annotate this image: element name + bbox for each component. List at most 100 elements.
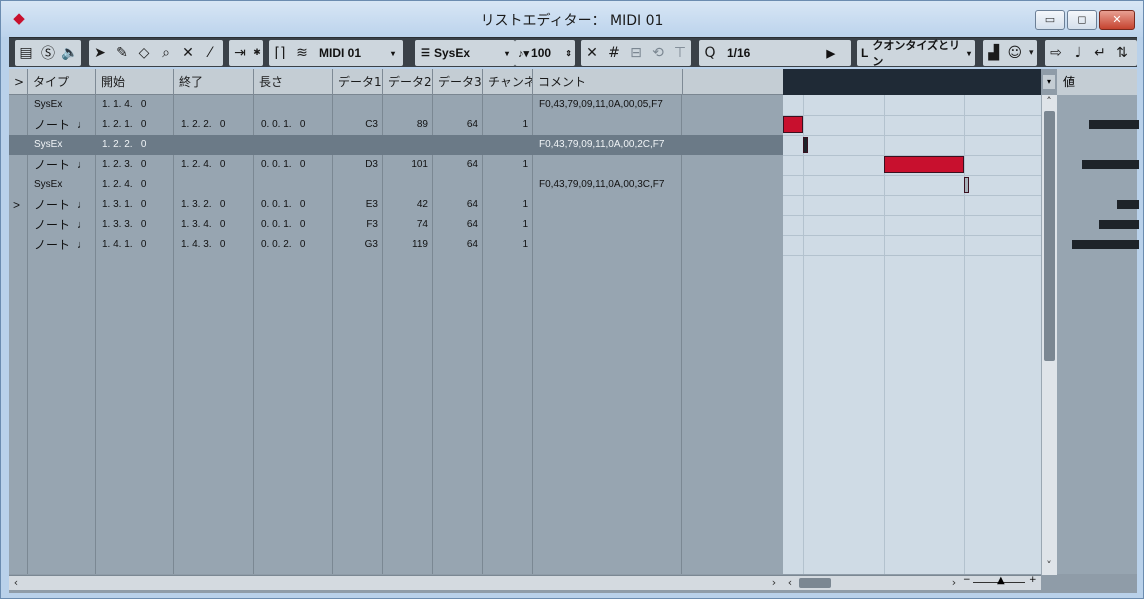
end-cell[interactable] [181, 95, 251, 115]
ch-cell[interactable]: 1 [483, 215, 528, 235]
d3-cell[interactable] [433, 175, 478, 195]
comment-cell[interactable]: F0,43,79,09,11,0A,00,3C,F7 [539, 175, 681, 195]
data3-column-header[interactable]: データ3 [433, 69, 483, 95]
start-cell[interactable]: 1. 2. 4. 0 [102, 175, 172, 195]
end-cell[interactable]: 1. 3. 4. 0 [181, 215, 251, 235]
solo-icon[interactable]: Ⓢ [37, 42, 59, 64]
data2-column-header[interactable]: データ2 [383, 69, 433, 95]
channel-column-header[interactable]: チャンネル [483, 69, 533, 95]
color-palette-icon[interactable]: ☺ [1004, 42, 1025, 64]
d2-cell[interactable] [383, 175, 428, 195]
comment-cell[interactable] [539, 235, 681, 255]
d3-cell[interactable] [433, 135, 478, 155]
close-button[interactable]: ✕ [1099, 10, 1135, 30]
d2-cell[interactable]: 42 [383, 195, 428, 215]
note-event-c3[interactable] [783, 116, 803, 133]
scroll-left-icon[interactable]: ‹ [9, 576, 23, 590]
d3-cell[interactable]: 64 [433, 195, 478, 215]
pointer-tool-icon[interactable]: ➤ [89, 42, 111, 64]
note-event-d3[interactable] [884, 156, 964, 173]
maximize-button[interactable]: ◻ [1067, 10, 1097, 30]
part-bounds-icon[interactable]: ⌈⌉ [269, 42, 291, 64]
length-cell[interactable] [261, 135, 331, 155]
eraser-tool-icon[interactable]: ◇ [133, 42, 155, 64]
value-bar[interactable] [1089, 120, 1139, 129]
zoom-thumb-icon[interactable]: ▲ [997, 575, 1005, 586]
start-cell[interactable]: 1. 2. 1. 0 [102, 115, 172, 135]
end-cell[interactable]: 1. 2. 2. 0 [181, 115, 251, 135]
ch-cell[interactable] [483, 135, 528, 155]
quantize-icon[interactable]: Q [699, 42, 721, 64]
d1-cell[interactable]: C3 [333, 115, 378, 135]
d3-cell[interactable]: 64 [433, 115, 478, 135]
end-cell[interactable] [181, 135, 251, 155]
grid-icon[interactable]: # [603, 42, 625, 64]
table-row[interactable]: ノート ♩ 1. 3. 3. 0 1. 3. 4. 0 0. 0. 1. 0 F3 74 64… [9, 215, 783, 235]
comment-cell[interactable] [539, 215, 681, 235]
d1-cell[interactable] [333, 135, 378, 155]
value-bar[interactable] [1082, 160, 1139, 169]
minimize-button[interactable]: ▭ [1035, 10, 1065, 30]
data1-column-header[interactable]: データ1 [333, 69, 383, 95]
length-cell[interactable] [261, 95, 331, 115]
table-row[interactable]: SysEx 1. 2. 2. 0 F0,43,79,09,11,0A,00,2C,F… [9, 135, 783, 155]
tuning-icon[interactable]: ⊤ [669, 42, 691, 64]
event-display[interactable] [783, 69, 1041, 574]
value-bar[interactable] [1099, 220, 1139, 229]
zoom-out-icon[interactable]: − [963, 575, 971, 585]
d2-cell[interactable] [383, 95, 428, 115]
table-row[interactable]: ノート ♩ 1. 2. 3. 0 1. 2. 4. 0 0. 0. 1. 0 D3 101 6… [9, 155, 783, 175]
length-cell[interactable]: 0. 0. 1. 0 [261, 215, 331, 235]
length-quantize-select[interactable]: L クオンタイズとリン ▾ [857, 40, 975, 68]
scroll-right-icon[interactable]: › [767, 576, 781, 590]
start-cell[interactable]: 1. 2. 3. 0 [102, 155, 172, 175]
scroll-thumb[interactable] [799, 578, 831, 588]
table-row[interactable]: SysEx 1. 1. 4. 0 F0,43,79,09,11,0A,00,05,F… [9, 95, 783, 115]
comment-cell[interactable] [539, 155, 681, 175]
d2-cell[interactable]: 119 [383, 235, 428, 255]
zoom-in-icon[interactable]: + [1029, 575, 1037, 585]
type-cell[interactable]: ノート [34, 235, 74, 255]
ruler-options-icon[interactable]: ▾ [1043, 75, 1055, 89]
table-row[interactable]: SysEx 1. 2. 4. 0 F0,43,79,09,11,0A,00,3C,F… [9, 175, 783, 195]
d1-cell[interactable] [333, 95, 378, 115]
pencil-tool-icon[interactable]: ✎ [111, 42, 133, 64]
ruler[interactable] [783, 69, 1041, 95]
step-input-icon[interactable]: ⇨ [1045, 42, 1067, 64]
d1-cell[interactable]: D3 [333, 155, 378, 175]
d1-cell[interactable]: F3 [333, 215, 378, 235]
acoustic-feedback-icon[interactable]: 🔈 [59, 42, 81, 64]
sysex-event[interactable] [803, 137, 808, 153]
type-cell[interactable]: ノート [34, 115, 74, 135]
type-cell[interactable]: SysEx [34, 95, 74, 115]
type-cell[interactable]: ノート [34, 195, 74, 215]
scroll-up-icon[interactable]: ˄ [1042, 95, 1056, 109]
ch-cell[interactable] [483, 175, 528, 195]
type-cell[interactable]: ノート [34, 215, 74, 235]
scroll-left-icon[interactable]: ‹ [783, 576, 797, 590]
auto-scroll-options-icon[interactable]: ✱ [251, 42, 263, 64]
value-bar[interactable] [1117, 200, 1139, 209]
table-row[interactable]: ノート ♩ 1. 2. 1. 0 1. 2. 2. 0 0. 0. 1. 0 C3 89 64… [9, 115, 783, 135]
scroll-thumb[interactable] [1044, 111, 1055, 361]
type-column-header[interactable]: タイプ [28, 69, 96, 95]
length-cell[interactable]: 0. 0. 2. 0 [261, 235, 331, 255]
grid-vertical-scrollbar[interactable]: ˄ ˅ [1041, 95, 1057, 575]
d3-cell[interactable] [433, 95, 478, 115]
zoom-slider[interactable]: − ▲ + [963, 575, 1037, 590]
d2-cell[interactable]: 89 [383, 115, 428, 135]
scroll-down-icon[interactable]: ˅ [1042, 559, 1056, 573]
sysex-event[interactable] [964, 177, 969, 193]
start-cell[interactable]: 1. 1. 4. 0 [102, 95, 172, 115]
d2-cell[interactable]: 101 [383, 155, 428, 175]
ch-cell[interactable]: 1 [483, 155, 528, 175]
iterative-quantize-icon[interactable]: ⊟ [625, 42, 647, 64]
length-cell[interactable]: 0. 0. 1. 0 [261, 115, 331, 135]
length-column-header[interactable]: 長さ [254, 69, 333, 95]
track-select[interactable]: MIDI 01 ▾ [313, 42, 401, 64]
list-horizontal-scrollbar[interactable]: ‹ › [9, 575, 783, 590]
length-cell[interactable] [261, 175, 331, 195]
type-cell[interactable]: SysEx [34, 175, 74, 195]
d3-cell[interactable]: 64 [433, 215, 478, 235]
d2-cell[interactable]: 74 [383, 215, 428, 235]
